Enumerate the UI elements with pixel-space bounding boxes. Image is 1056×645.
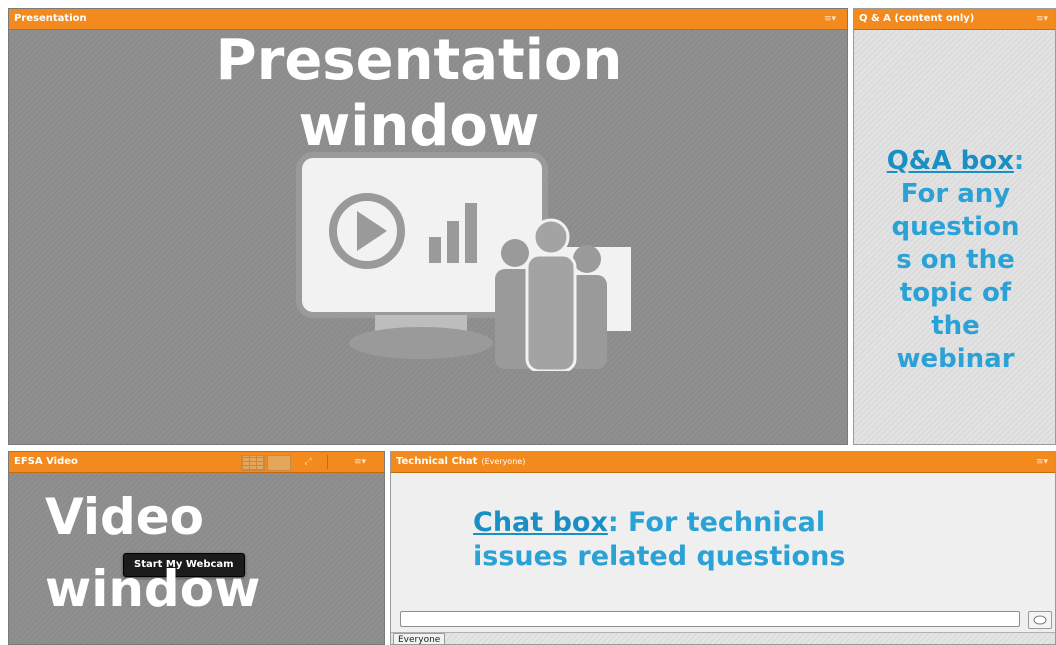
qa-note-line: s on the <box>896 245 1015 275</box>
chat-tab-strip <box>391 632 1055 644</box>
video-pod: EFSA Video ⤢ ≡▾ Video Start My Webcam wi… <box>8 451 385 645</box>
speech-bubble-icon <box>1033 615 1047 625</box>
qa-note-line: the <box>931 311 980 341</box>
presentation-overlay-line1: Presentation <box>215 28 623 93</box>
presentation-menu-icon[interactable]: ≡▾ <box>819 11 841 27</box>
single-layout-icon[interactable] <box>267 455 291 471</box>
presentation-title: Presentation <box>14 13 87 24</box>
presentation-pod: Presentation ≡▾ Presentation window <box>8 8 848 445</box>
presentation-meeting-icon <box>296 152 631 371</box>
chat-note-line1: Chat box: For technical <box>473 506 845 540</box>
video-title: EFSA Video <box>14 456 78 467</box>
presentation-overlay-line2: window <box>298 94 540 159</box>
person-head-center <box>532 218 570 256</box>
qa-note-line: topic of <box>899 278 1012 308</box>
qa-note-colon: : <box>1013 146 1025 176</box>
speech-bubble-shape <box>1033 615 1047 625</box>
qa-note-heading: Q&A box: <box>854 145 1055 178</box>
chat-note-link[interactable]: Chat box <box>473 507 608 538</box>
qa-note-line: webinar <box>896 344 1015 374</box>
qa-note-link[interactable]: Q&A box <box>887 146 1014 176</box>
fullscreen-icon[interactable]: ⤢ <box>297 454 319 470</box>
person-body-center <box>525 253 577 371</box>
grid-layout-icon[interactable] <box>241 455 265 471</box>
presentation-header[interactable]: Presentation ≡▾ <box>9 9 847 30</box>
bar-1 <box>429 237 441 263</box>
bar-2 <box>447 221 459 263</box>
qa-note: Q&A box: For any question s on the topic… <box>854 145 1055 376</box>
qa-title: Q & A (content only) <box>859 13 975 24</box>
chat-title-wrap: Technical Chat (Everyone) <box>396 455 525 469</box>
person-head-left <box>501 239 529 267</box>
chat-audience: (Everyone) <box>481 457 526 466</box>
person-head-right <box>573 245 601 273</box>
chat-note-rest: : For technical <box>607 507 826 538</box>
send-message-button[interactable] <box>1028 611 1052 629</box>
screen-base <box>349 327 493 359</box>
chat-note-line2: issues related questions <box>473 541 846 572</box>
qa-header[interactable]: Q & A (content only) ≡▾ <box>854 9 1055 30</box>
video-menu-icon[interactable]: ≡▾ <box>349 454 371 470</box>
chat-message-input[interactable] <box>400 611 1020 627</box>
video-overlay-line2: window <box>45 560 261 618</box>
chat-header[interactable]: Technical Chat (Everyone) ≡▾ <box>391 452 1055 473</box>
bar-3 <box>465 203 477 263</box>
chat-note: Chat box: For technical issues related q… <box>473 506 845 574</box>
header-divider <box>327 455 328 469</box>
qa-note-line: question <box>891 212 1020 242</box>
video-overlay-line1: Video <box>45 488 205 546</box>
chat-tab-everyone[interactable]: Everyone <box>393 633 446 644</box>
chat-pod: Technical Chat (Everyone) ≡▾ Chat box: Fo… <box>390 451 1056 645</box>
qa-note-line: For any <box>900 179 1011 209</box>
chat-menu-icon[interactable]: ≡▾ <box>1031 454 1053 470</box>
qa-menu-icon[interactable]: ≡▾ <box>1031 11 1053 27</box>
chat-title: Technical Chat <box>396 456 478 467</box>
video-header[interactable]: EFSA Video ⤢ ≡▾ <box>9 452 384 473</box>
qa-pod: Q & A (content only) ≡▾ Q&A box: For any… <box>853 8 1056 445</box>
